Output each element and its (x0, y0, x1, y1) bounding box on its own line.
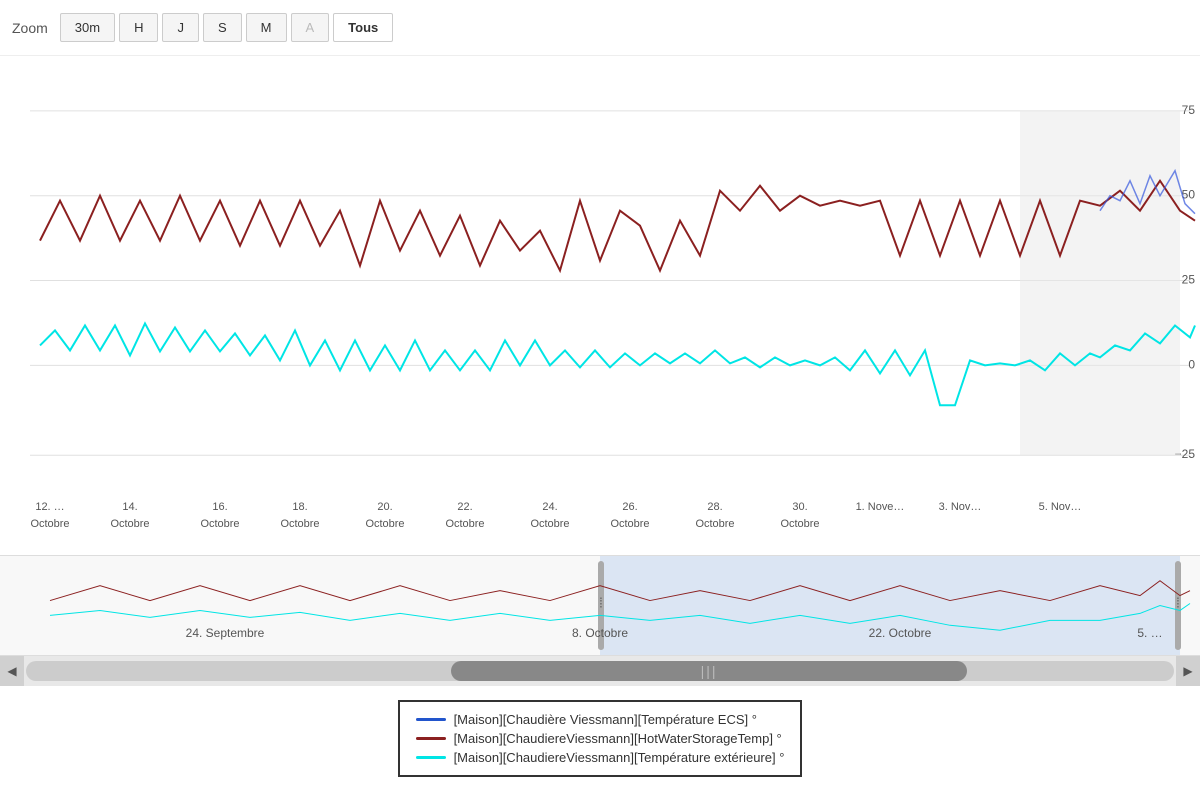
zoom-toolbar: Zoom 30m H J S M A Tous (0, 0, 1200, 56)
x-month-12: Octobre (30, 518, 69, 530)
y-label-0: 0 (1188, 357, 1195, 371)
y-label-75: 75 (1182, 103, 1196, 117)
x-month-26: Octobre (610, 518, 649, 530)
chart-svg: 75 50 25 0 −25 12. … 14. 16. 18. 20. 22.… (0, 56, 1200, 555)
zoom-btn-J[interactable]: J (162, 13, 199, 42)
navigator[interactable]: ⁞ ⁞ 24. Septembre 8. Octobre 22. Octobre… (0, 556, 1200, 656)
zoom-btn-H[interactable]: H (119, 13, 158, 42)
nav-date-oct22: 22. Octobre (869, 626, 932, 640)
legend-item-hot-water: [Maison][ChaudiereViessmann][HotWaterSto… (416, 731, 782, 746)
legend-color-hot-water (416, 737, 446, 740)
legend-label-ecs: [Maison][Chaudière Viessmann][Températur… (454, 712, 757, 727)
x-date-24: 24. (542, 501, 557, 513)
legend-item-ecs: [Maison][Chaudière Viessmann][Températur… (416, 712, 757, 727)
x-month-20: Octobre (365, 518, 404, 530)
legend-area: [Maison][Chaudière Viessmann][Températur… (0, 686, 1200, 791)
x-month-24: Octobre (530, 518, 569, 530)
legend-label-hot-water: [Maison][ChaudiereViessmann][HotWaterSto… (454, 731, 782, 746)
scroll-grip: ||| (701, 663, 718, 679)
navigator-svg: ⁞ ⁞ 24. Septembre 8. Octobre 22. Octobre… (0, 556, 1200, 655)
scrollbar[interactable]: ◀ ||| ▶ (0, 656, 1200, 686)
x-date-5nov: 5. Nov… (1039, 501, 1082, 513)
x-date-14: 14. (122, 501, 137, 513)
x-date-20: 20. (377, 501, 392, 513)
zoom-label: Zoom (12, 20, 48, 36)
nav-date-oct8: 8. Octobre (572, 626, 628, 640)
zoom-btn-M[interactable]: M (246, 13, 287, 42)
legend: [Maison][Chaudière Viessmann][Températur… (398, 700, 803, 777)
main-chart: 75 50 25 0 −25 12. … 14. 16. 18. 20. 22.… (0, 56, 1200, 556)
zoom-btn-30m[interactable]: 30m (60, 13, 115, 42)
scroll-right-arrow[interactable]: ▶ (1176, 656, 1200, 686)
scroll-track: ||| (26, 661, 1174, 681)
x-date-18: 18. (292, 501, 307, 513)
x-month-16: Octobre (200, 518, 239, 530)
x-date-26: 26. (622, 501, 637, 513)
x-date-1nov: 1. Nove… (856, 501, 905, 513)
nav-left-handle[interactable]: ⁞ (599, 595, 603, 611)
nav-right-handle[interactable]: ⁞ (1176, 595, 1180, 611)
nav-date-5: 5. … (1137, 626, 1162, 640)
zoom-btn-tous[interactable]: Tous (333, 13, 393, 42)
legend-label-exterior: [Maison][ChaudiereViessmann][Température… (454, 750, 785, 765)
nav-date-sept: 24. Septembre (186, 626, 265, 640)
x-month-18: Octobre (280, 518, 319, 530)
x-month-28: Octobre (695, 518, 734, 530)
x-date-3nov: 3. Nov… (939, 501, 982, 513)
x-date-16: 16. (212, 501, 227, 513)
x-date-22: 22. (457, 501, 472, 513)
legend-item-exterior: [Maison][ChaudiereViessmann][Température… (416, 750, 785, 765)
x-date-30: 30. (792, 501, 807, 513)
x-month-22: Octobre (445, 518, 484, 530)
legend-color-exterior (416, 756, 446, 759)
x-date-28: 28. (707, 501, 722, 513)
y-label-25: 25 (1182, 273, 1196, 287)
scroll-thumb[interactable]: ||| (451, 661, 968, 681)
x-date-12: 12. … (35, 501, 64, 513)
scroll-left-arrow[interactable]: ◀ (0, 656, 24, 686)
zoom-btn-S[interactable]: S (203, 13, 242, 42)
legend-color-ecs (416, 718, 446, 721)
x-month-14: Octobre (110, 518, 149, 530)
zoom-btn-A: A (291, 13, 330, 42)
x-month-30: Octobre (780, 518, 819, 530)
